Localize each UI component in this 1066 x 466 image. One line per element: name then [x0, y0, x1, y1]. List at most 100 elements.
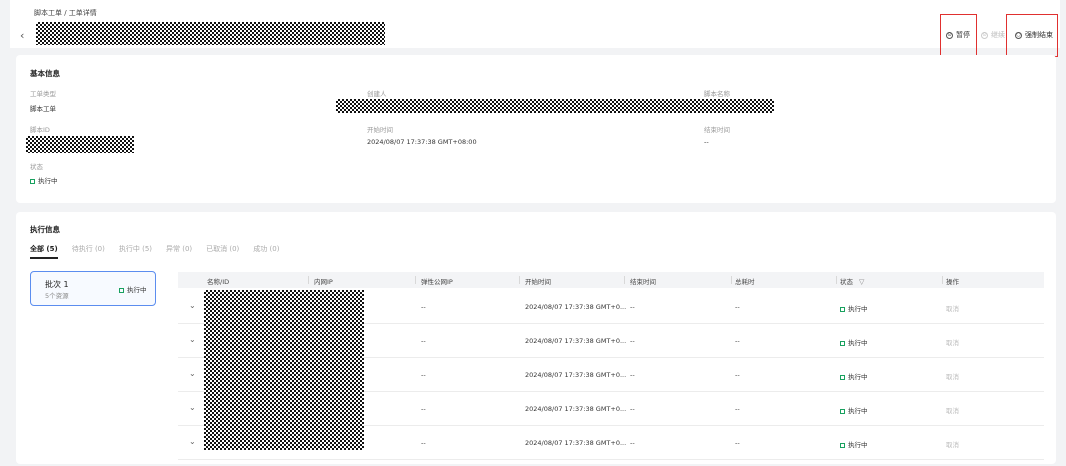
tab-running[interactable]: 执行中 (5)	[119, 244, 152, 258]
name-ip-column-redacted	[204, 290, 364, 450]
cell-end-time: --	[630, 337, 635, 345]
cell-status-text: 执行中	[848, 407, 868, 415]
creator-value-redacted	[336, 99, 774, 113]
cell-start-time: 2024/08/07 17:37:38 GMT+0...	[525, 439, 627, 447]
order-type-value: 脚本工单	[30, 105, 56, 113]
chevron-down-icon[interactable]: ⌄	[189, 369, 196, 378]
col-divider	[624, 276, 625, 284]
col-name: 名称/ID	[207, 278, 230, 286]
script-id-label: 脚本ID	[30, 126, 50, 134]
cancel-link[interactable]: 取消	[946, 303, 959, 313]
cell-status-text: 执行中	[848, 339, 868, 347]
col-divider	[836, 276, 837, 284]
basic-info-title: 基本信息	[30, 69, 60, 78]
status-label: 状态	[30, 163, 43, 171]
chevron-down-icon[interactable]: ⌄	[189, 335, 196, 344]
cell-status: 执行中	[840, 439, 868, 449]
tab-cancelled[interactable]: 已取消 (0)	[206, 244, 239, 258]
status-square-icon	[840, 442, 845, 448]
status-square-icon	[840, 340, 845, 346]
cell-duration: --	[735, 439, 740, 447]
cancel-link[interactable]: 取消	[946, 439, 959, 449]
cell-status: 执行中	[840, 405, 868, 415]
tab-all[interactable]: 全部 (5)	[30, 244, 58, 259]
script-id-value-redacted	[26, 136, 134, 153]
col-duration: 总耗时	[735, 278, 755, 286]
col-divider	[942, 276, 943, 284]
cell-start-time: 2024/08/07 17:37:38 GMT+0...	[525, 405, 627, 413]
breadcrumb[interactable]: 脚本工单 / 工单详情	[34, 8, 97, 18]
cancel-link[interactable]: 取消	[946, 405, 959, 415]
batch-status: 执行中	[119, 284, 147, 294]
cell-eip: --	[421, 371, 426, 379]
cell-end-time: --	[630, 439, 635, 447]
status-square-icon	[840, 374, 845, 380]
status-tabs: 全部 (5) 待执行 (0) 执行中 (5) 异常 (0) 已取消 (0) 成功…	[30, 244, 279, 259]
cell-end-time: --	[630, 405, 635, 413]
cell-end-time: --	[630, 303, 635, 311]
tab-success[interactable]: 成功 (0)	[253, 244, 279, 258]
cell-end-time: --	[630, 371, 635, 379]
batch-status-text: 执行中	[127, 286, 147, 294]
col-divider	[519, 276, 520, 284]
tab-pending[interactable]: 待执行 (0)	[72, 244, 105, 258]
cell-eip: --	[421, 337, 426, 345]
cell-start-time: 2024/08/07 17:37:38 GMT+0...	[525, 303, 627, 311]
cell-status-text: 执行中	[848, 305, 868, 313]
back-arrow-icon[interactable]: ‹	[20, 29, 24, 42]
cell-duration: --	[735, 337, 740, 345]
resume-label: 继续	[991, 31, 1005, 39]
exec-info-title: 执行信息	[30, 225, 60, 234]
chevron-down-icon[interactable]: ⌄	[189, 403, 196, 412]
tab-error[interactable]: 异常 (0)	[166, 244, 192, 258]
end-time-value: --	[704, 138, 709, 146]
batch-card[interactable]: 批次 1 5个资源 执行中	[30, 271, 156, 306]
batch-name: 批次 1	[45, 280, 69, 289]
status-square-icon	[840, 408, 845, 414]
status-square-icon	[840, 306, 845, 312]
cancel-link[interactable]: 取消	[946, 337, 959, 347]
cell-status-text: 执行中	[848, 441, 868, 449]
cell-status-text: 执行中	[848, 373, 868, 381]
col-divider	[731, 276, 732, 284]
status-text: 执行中	[38, 177, 58, 185]
col-end-time: 结束时间	[630, 278, 656, 286]
creator-label: 创建人	[367, 90, 387, 98]
col-eip: 弹性公网IP	[421, 278, 453, 286]
highlight-box-pause	[940, 14, 977, 57]
cell-status: 执行中	[840, 371, 868, 381]
resume-button[interactable]: ⊙ 继续	[981, 30, 1005, 40]
exec-info-card: 执行信息 全部 (5) 待执行 (0) 执行中 (5) 异常 (0) 已取消 (…	[16, 212, 1056, 464]
cell-start-time: 2024/08/07 17:37:38 GMT+0...	[525, 371, 627, 379]
order-type-label: 工单类型	[30, 90, 56, 98]
col-status: 状态 ▽	[840, 276, 864, 286]
start-time-value: 2024/08/07 17:37:38 GMT+08:00	[367, 138, 477, 146]
status-badge: 执行中	[30, 175, 58, 185]
status-square-icon	[30, 178, 35, 184]
cell-status: 执行中	[840, 303, 868, 313]
cancel-link[interactable]: 取消	[946, 371, 959, 381]
col-private-ip: 内网IP	[314, 278, 333, 286]
cell-start-time: 2024/08/07 17:37:38 GMT+0...	[525, 337, 627, 345]
resume-icon: ⊙	[981, 31, 988, 39]
table-header: 名称/ID 内网IP 弹性公网IP 开始时间 结束时间 总耗时 状态 ▽ 操作	[178, 272, 1044, 288]
cell-eip: --	[421, 303, 426, 311]
cell-duration: --	[735, 371, 740, 379]
cell-eip: --	[421, 439, 426, 447]
col-start-time: 开始时间	[525, 278, 551, 286]
filter-icon[interactable]: ▽	[859, 278, 864, 286]
col-status-label: 状态	[840, 278, 853, 286]
script-name-label: 脚本名称	[704, 90, 730, 98]
cell-status: 执行中	[840, 337, 868, 347]
page-title-redacted	[36, 22, 385, 45]
chevron-down-icon[interactable]: ⌄	[189, 301, 196, 310]
status-square-icon	[119, 287, 124, 293]
cell-eip: --	[421, 405, 426, 413]
col-divider	[308, 276, 309, 284]
basic-info-card: 基本信息 工单类型 脚本工单 创建人 脚本名称 脚本ID 开始时间 2024/0…	[16, 55, 1056, 203]
start-time-label: 开始时间	[367, 126, 393, 134]
chevron-down-icon[interactable]: ⌄	[189, 437, 196, 446]
page-header: 脚本工单 / 工单详情 ‹ ⊙ 暂停 ⊙ 继续 ○ 强制结束	[10, 0, 1060, 48]
end-time-label: 结束时间	[704, 126, 730, 134]
col-divider	[415, 276, 416, 284]
